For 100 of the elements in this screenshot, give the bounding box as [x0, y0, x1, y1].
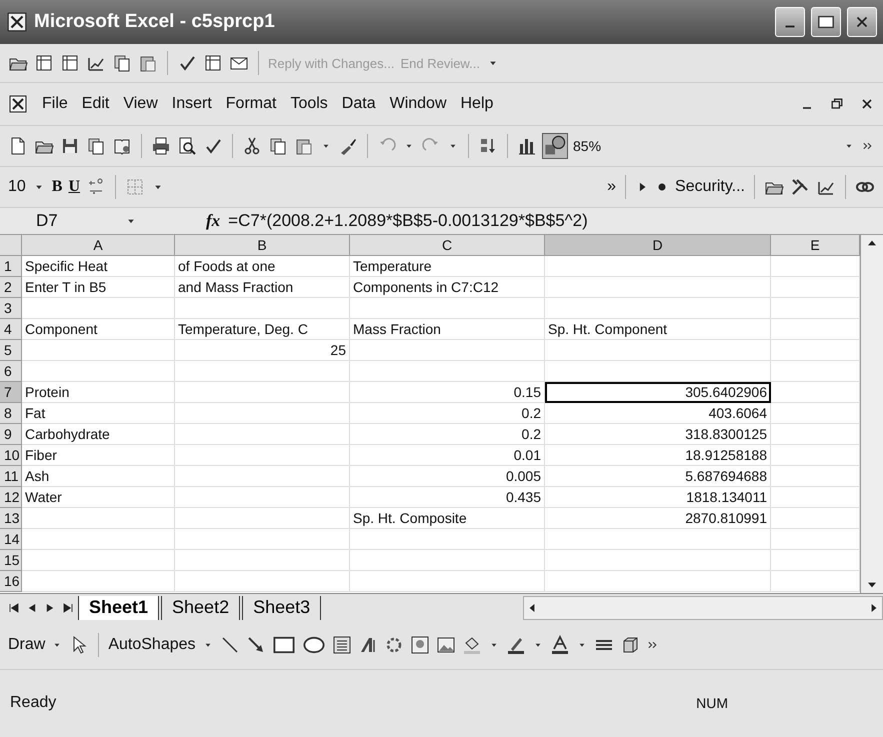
- row-header[interactable]: 14: [0, 529, 22, 550]
- empty-cell[interactable]: [545, 529, 771, 550]
- font-size-box[interactable]: 10: [8, 178, 26, 196]
- table-cell[interactable]: Temperature: [350, 256, 545, 277]
- table-cell[interactable]: Enter T in B5: [22, 277, 175, 298]
- column-header[interactable]: D: [545, 235, 771, 256]
- table-cell[interactable]: 0.01: [350, 445, 545, 466]
- table-cell[interactable]: 0.15: [350, 382, 545, 403]
- empty-cell[interactable]: [175, 466, 350, 487]
- pen-icon[interactable]: [506, 635, 526, 655]
- table-cell[interactable]: Fiber: [22, 445, 175, 466]
- table-cell[interactable]: 5.687694688: [545, 466, 771, 487]
- table-cell[interactable]: and Mass Fraction: [175, 277, 350, 298]
- sheet-icon[interactable]: [60, 53, 80, 73]
- menu-item[interactable]: View: [123, 95, 158, 113]
- row-header[interactable]: 16: [0, 571, 22, 592]
- font-color-icon[interactable]: [550, 635, 570, 655]
- menu-item[interactable]: Insert: [172, 95, 212, 113]
- sheet-icon[interactable]: [34, 53, 54, 73]
- empty-cell[interactable]: [175, 424, 350, 445]
- menu-item[interactable]: Data: [342, 95, 376, 113]
- empty-cell[interactable]: [350, 361, 545, 382]
- menu-item[interactable]: Window: [390, 95, 446, 113]
- empty-cell[interactable]: [175, 382, 350, 403]
- empty-cell[interactable]: [175, 508, 350, 529]
- empty-cell[interactable]: [175, 361, 350, 382]
- table-cell[interactable]: 305.6402906: [545, 382, 771, 403]
- security-button[interactable]: Security...: [675, 178, 745, 196]
- empty-cell[interactable]: [350, 571, 545, 592]
- table-cell[interactable]: 2870.810991: [545, 508, 771, 529]
- row-header[interactable]: 4: [0, 319, 22, 340]
- table-cell[interactable]: Ash: [22, 466, 175, 487]
- empty-cell[interactable]: [545, 298, 771, 319]
- picture-icon[interactable]: [436, 635, 456, 655]
- table-cell[interactable]: Carbohydrate: [22, 424, 175, 445]
- tools-icon[interactable]: [790, 177, 810, 197]
- table-cell[interactable]: Component: [22, 319, 175, 340]
- menu-item[interactable]: Help: [460, 95, 494, 113]
- fill-bucket-icon[interactable]: [462, 635, 482, 655]
- table-cell[interactable]: Fat: [22, 403, 175, 424]
- minimize-button[interactable]: [775, 7, 805, 37]
- empty-cell[interactable]: [350, 298, 545, 319]
- empty-cell[interactable]: [175, 529, 350, 550]
- table-cell[interactable]: 0.435: [350, 487, 545, 508]
- formula-field[interactable]: =C7*(2008.2+1.2089*$B$5-0.0013129*$B$5^2): [228, 211, 588, 231]
- print-preview-icon[interactable]: [177, 136, 197, 156]
- row-header[interactable]: 13: [0, 508, 22, 529]
- empty-cell[interactable]: [175, 571, 350, 592]
- row-header[interactable]: 12: [0, 487, 22, 508]
- clip-art-icon[interactable]: [410, 635, 430, 655]
- row-header[interactable]: 6: [0, 361, 22, 382]
- bar-chart-icon[interactable]: [517, 136, 537, 156]
- underline-button[interactable]: U: [68, 178, 80, 196]
- table-cell[interactable]: Components in C7:C12: [350, 277, 545, 298]
- shapes-icon[interactable]: [543, 134, 567, 158]
- table-cell[interactable]: 0.005: [350, 466, 545, 487]
- sheet-tab[interactable]: Sheet1: [78, 596, 160, 620]
- scissors-icon[interactable]: [242, 136, 262, 156]
- name-box[interactable]: D7: [6, 211, 116, 231]
- empty-cell[interactable]: [175, 445, 350, 466]
- sheet-tab[interactable]: Sheet3: [242, 596, 322, 620]
- row-header[interactable]: 1: [0, 256, 22, 277]
- overflow-button[interactable]: »: [607, 178, 616, 196]
- row-header[interactable]: 3: [0, 298, 22, 319]
- autoshapes-menu-button[interactable]: AutoShapes: [108, 636, 196, 654]
- table-cell[interactable]: 318.8300125: [545, 424, 771, 445]
- empty-cell[interactable]: [545, 550, 771, 571]
- row-header[interactable]: 8: [0, 403, 22, 424]
- horizontal-scrollbar[interactable]: [523, 596, 883, 620]
- menu-item[interactable]: File: [42, 95, 68, 113]
- row-header[interactable]: 5: [0, 340, 22, 361]
- column-header[interactable]: E: [771, 235, 860, 256]
- table-cell[interactable]: Specific Heat: [22, 256, 175, 277]
- row-header[interactable]: 7: [0, 382, 22, 403]
- table-cell[interactable]: Water: [22, 487, 175, 508]
- empty-cell[interactable]: [545, 340, 771, 361]
- menu-item[interactable]: Edit: [82, 95, 110, 113]
- rectangle-icon[interactable]: [817, 13, 835, 31]
- table-cell[interactable]: 1818.134011: [545, 487, 771, 508]
- sheet-tab[interactable]: Sheet2: [161, 596, 240, 620]
- row-header[interactable]: 2: [0, 277, 22, 298]
- table-cell[interactable]: of Foods at one: [175, 256, 350, 277]
- empty-cell[interactable]: [545, 361, 771, 382]
- draw-menu-button[interactable]: Draw: [8, 636, 46, 654]
- table-cell[interactable]: 18.91258188: [545, 445, 771, 466]
- sheet-icon[interactable]: [203, 53, 223, 73]
- empty-cell[interactable]: [175, 487, 350, 508]
- empty-cell[interactable]: [175, 298, 350, 319]
- empty-cell[interactable]: [545, 256, 771, 277]
- table-cell[interactable]: 403.6064: [545, 403, 771, 424]
- table-cell[interactable]: Protein: [22, 382, 175, 403]
- empty-cell[interactable]: [350, 340, 545, 361]
- column-header[interactable]: B: [175, 235, 350, 256]
- bold-button[interactable]: B: [52, 178, 62, 196]
- row-header[interactable]: 10: [0, 445, 22, 466]
- empty-cell[interactable]: [175, 550, 350, 571]
- table-cell[interactable]: 0.2: [350, 403, 545, 424]
- empty-cell[interactable]: [545, 277, 771, 298]
- menu-item[interactable]: Format: [226, 95, 276, 113]
- pages-icon[interactable]: [86, 136, 106, 156]
